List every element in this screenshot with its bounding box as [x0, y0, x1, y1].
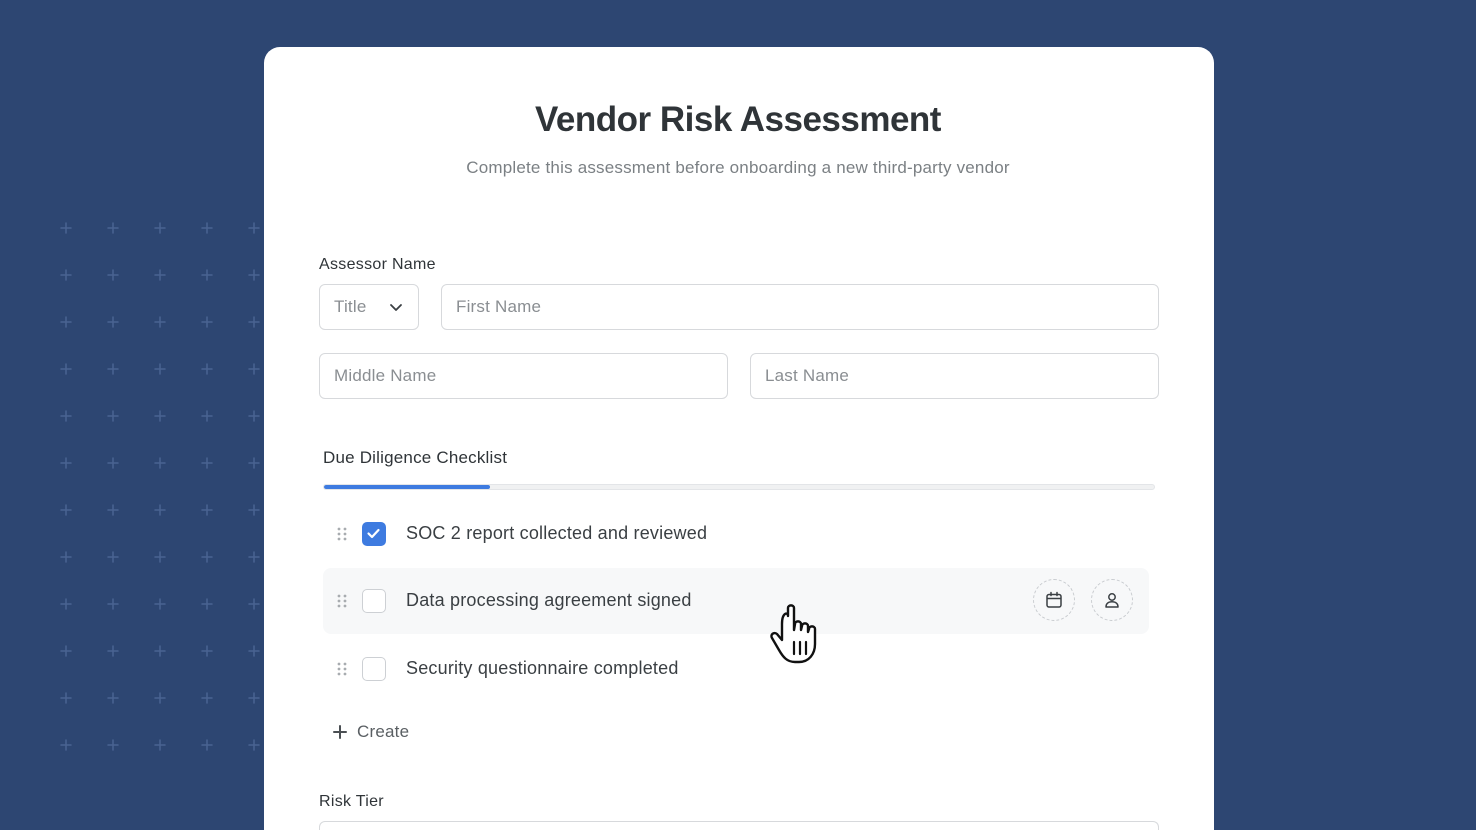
create-item-button[interactable]: Create — [332, 722, 409, 742]
checklist-checkbox[interactable] — [362, 589, 386, 613]
drag-handle-icon[interactable] — [337, 594, 347, 608]
calendar-icon — [1046, 591, 1062, 608]
checklist-progress-fill — [324, 485, 490, 489]
title-select[interactable]: Title — [319, 284, 419, 330]
hand-pointer-icon — [770, 604, 817, 664]
checklist-item[interactable]: Data processing agreement signed — [323, 568, 1149, 634]
assign-user-button[interactable] — [1091, 579, 1133, 621]
checklist-item[interactable]: SOC 2 report collected and reviewed — [323, 501, 1149, 567]
create-item-label: Create — [357, 722, 410, 741]
risk-tier-label: Risk Tier — [319, 793, 384, 810]
assessor-name-label: Assessor Name — [319, 256, 436, 273]
checklist-item[interactable]: Security questionnaire completed — [323, 636, 1149, 702]
drag-handle-icon[interactable] — [337, 527, 347, 541]
checklist-item-text: Data processing agreement signed — [406, 590, 692, 610]
form-subtitle: Complete this assessment before onboardi… — [466, 158, 1010, 177]
first-name-input[interactable]: First Name — [441, 284, 1159, 330]
last-name-placeholder: Last Name — [765, 366, 850, 385]
middle-name-placeholder: Middle Name — [334, 366, 437, 385]
checklist-progress-bar — [323, 484, 1155, 490]
drag-handle-icon[interactable] — [337, 662, 347, 676]
plus-pattern-decoration — [60, 222, 260, 751]
set-due-date-button[interactable] — [1033, 579, 1075, 621]
middle-name-input[interactable]: Middle Name — [319, 353, 728, 399]
title-select-value: Title — [334, 297, 367, 316]
risk-tier-select[interactable] — [319, 821, 1159, 830]
user-icon — [1105, 593, 1119, 608]
checkmark-icon — [367, 528, 380, 539]
checklist-item-text: Security questionnaire completed — [406, 658, 679, 678]
chevron-down-icon — [390, 304, 402, 311]
checklist-checkbox[interactable] — [362, 522, 386, 546]
first-name-placeholder: First Name — [456, 297, 542, 316]
form-title: Vendor Risk Assessment — [535, 100, 941, 139]
checklist-item-text: SOC 2 report collected and reviewed — [406, 523, 708, 543]
last-name-input[interactable]: Last Name — [750, 353, 1159, 399]
checklist-label: Due Diligence Checklist — [323, 448, 508, 467]
checklist-checkbox[interactable] — [362, 657, 386, 681]
plus-icon — [333, 725, 347, 739]
